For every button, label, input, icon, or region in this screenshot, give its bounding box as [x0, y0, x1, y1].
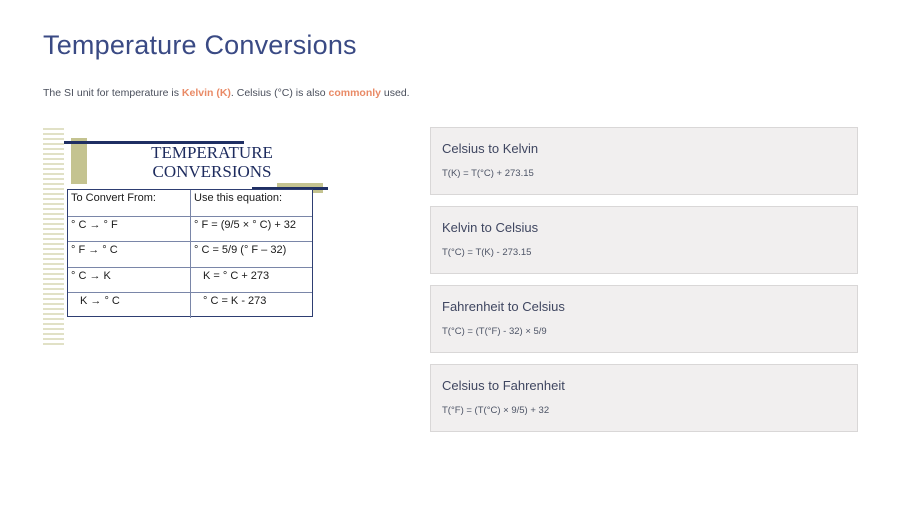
subtitle-text-1: The SI unit for temperature is: [43, 87, 182, 99]
table-row: ° C → K K = ° C + 273: [68, 266, 312, 293]
card-kelvin-to-celsius: Kelvin to Celsius T(°C) = T(K) - 273.15: [430, 206, 858, 274]
page-title: Temperature Conversions: [43, 30, 357, 60]
table-row: ° F → ° C ° C = 5/9 (° F – 32): [68, 241, 312, 267]
card-equation: T(°F) = (T(°C) × 9/5) + 32: [442, 405, 550, 416]
card-title: Kelvin to Celsius: [442, 220, 539, 235]
table-row: K → ° C ° C = K - 273: [68, 292, 312, 318]
decorative-stripes: [43, 128, 64, 346]
subtitle-text-2: . Celsius (°C) is also: [230, 87, 329, 99]
card-equation: T(°C) = T(K) - 273.15: [442, 247, 532, 258]
table-header: To Convert From:: [68, 190, 191, 216]
decorative-bar: [71, 138, 87, 184]
table-cell: ° F = (9/5 × ° C) + 32: [194, 218, 297, 231]
table-cell: ° C = 5/9 (° F – 32): [194, 244, 287, 257]
table-header-row: To Convert From: Use this equation:: [68, 190, 312, 216]
card-title: Fahrenheit to Celsius: [442, 299, 565, 314]
table-cell: ° C = K - 273: [203, 295, 267, 308]
subtitle: The SI unit for temperature is Kelvin (K…: [43, 87, 410, 99]
table-cell: K = ° C + 273: [203, 269, 270, 282]
kelvin-highlight: Kelvin (K): [181, 87, 231, 99]
table-cell: ° C → K: [68, 267, 191, 293]
card-title: Celsius to Kelvin: [442, 141, 539, 156]
commonly-highlight: commonly: [328, 87, 381, 99]
table-cell: ° C → ° F: [68, 216, 191, 242]
card-celsius-to-fahrenheit: Celsius to Fahrenheit T(°F) = (T(°C) × 9…: [430, 364, 858, 432]
image-title: TEMPERATURE CONVERSIONS: [112, 143, 312, 181]
card-title: Celsius to Fahrenheit: [442, 378, 565, 393]
table-header: Use this equation:: [194, 192, 283, 204]
image-title-line1: TEMPERATURE: [151, 143, 273, 162]
card-fahrenheit-to-celsius: Fahrenheit to Celsius T(°C) = (T(°F) - 3…: [430, 285, 858, 353]
subtitle-text-3: used.: [381, 87, 410, 99]
card-celsius-to-kelvin: Celsius to Kelvin T(K) = T(°C) + 273.15: [430, 127, 858, 195]
card-equation: T(°C) = (T(°F) - 32) × 5/9: [442, 326, 547, 337]
table-cell: ° F → ° C: [68, 242, 191, 267]
table-cell: K → ° C: [68, 293, 191, 318]
conversion-table: To Convert From: Use this equation: ° C …: [67, 189, 313, 318]
conversion-table-image: TEMPERATURE CONVERSIONS To Convert From:…: [40, 128, 340, 353]
image-title-line2: CONVERSIONS: [152, 162, 272, 181]
card-equation: T(K) = T(°C) + 273.15: [442, 168, 534, 179]
table-row: ° C → ° F ° F = (9/5 × ° C) + 32: [68, 215, 312, 242]
